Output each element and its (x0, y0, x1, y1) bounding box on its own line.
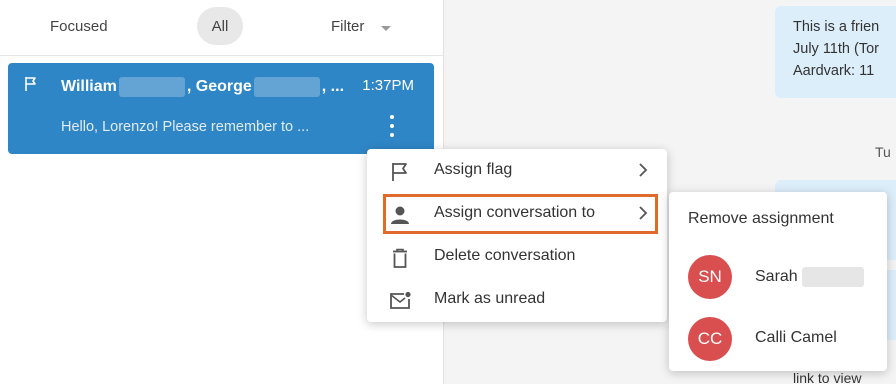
conversation-participants: William , George , ... (61, 77, 344, 97)
assignee-name: Calli Camel (755, 329, 837, 346)
tab-focused[interactable]: Focused (50, 18, 108, 35)
message-line: This is a frien (793, 19, 880, 35)
message-link-text[interactable]: link to view (793, 370, 861, 384)
assignee-option[interactable]: SN Sarah (669, 247, 887, 307)
assignee-option[interactable]: CC Calli Camel (669, 309, 887, 369)
participants-more: , ... (321, 78, 345, 95)
message-line: July 11th (Tor (793, 41, 879, 57)
date-separator: Tu (875, 144, 891, 160)
message-line: Aardvark: 11 (793, 63, 875, 79)
more-options-icon[interactable] (387, 115, 397, 137)
menu-item-delete-conversation[interactable]: Delete conversation (367, 235, 667, 278)
redacted-text (801, 267, 864, 287)
flag-icon (392, 163, 407, 181)
assignee-name: Sarah (755, 268, 798, 285)
redacted-text (118, 77, 185, 97)
tab-all[interactable]: All (197, 7, 243, 45)
assign-submenu: Remove assignment SN Sarah CC Calli Came… (669, 192, 887, 371)
remove-assignment-option[interactable]: Remove assignment (688, 210, 834, 228)
conversation-list-item[interactable]: William , George , ... 1:37PM Hello, Lor… (8, 63, 434, 154)
trash-icon (393, 248, 407, 268)
menu-item-label: Assign flag (434, 161, 513, 178)
menu-item-assign-flag[interactable]: Assign flag (367, 149, 667, 192)
avatar: SN (688, 255, 732, 299)
conversation-context-menu: Assign flag Assign conversation to Delet… (367, 149, 667, 322)
participant-name: William (61, 78, 117, 95)
assignee-name-wrap: Sarah (755, 267, 864, 287)
menu-item-label: Mark as unread (434, 290, 546, 307)
conversation-preview: Hello, Lorenzo! Please remember to ... (61, 119, 310, 135)
chevron-down-icon[interactable] (381, 26, 391, 31)
conversation-time: 1:37PM (362, 77, 414, 94)
filter-dropdown[interactable]: Filter (331, 18, 364, 35)
menu-item-label: Delete conversation (434, 247, 576, 264)
mail-unread-icon (390, 291, 411, 309)
chevron-right-icon (639, 163, 648, 177)
menu-item-mark-unread[interactable]: Mark as unread (367, 278, 667, 321)
participant-name: , George (186, 78, 252, 95)
flag-icon[interactable] (24, 76, 38, 92)
inbox-filter-bar: Focused All Filter (0, 0, 444, 56)
assignee-name-wrap: Calli Camel (755, 329, 837, 347)
message-bubble: This is a frien July 11th (Tor Aardvark:… (775, 6, 896, 98)
highlight-annotation (383, 194, 658, 234)
avatar: CC (688, 317, 732, 361)
redacted-text (253, 77, 320, 97)
